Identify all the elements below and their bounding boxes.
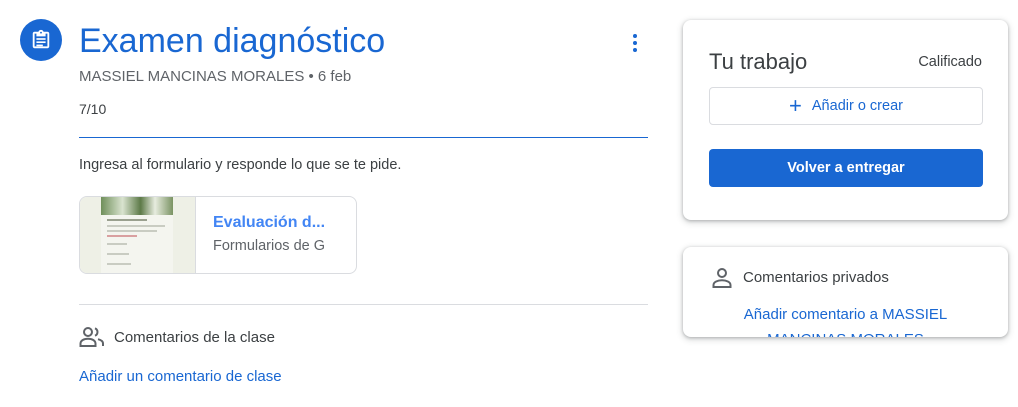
attachment-title[interactable]: Evaluación d... [213, 214, 343, 232]
work-status: Calificado [918, 54, 982, 70]
add-or-create-label: Añadir o crear [811, 98, 903, 114]
attachment-card[interactable]: Evaluación d... Formularios de G [79, 196, 357, 274]
resubmit-button[interactable]: Volver a entregar [709, 149, 983, 187]
class-comments-label: Comentarios de la clase [114, 329, 275, 346]
add-class-comment-link[interactable]: Añadir un comentario de clase [79, 368, 282, 385]
your-work-card: Tu trabajo Calificado + Añadir o crear V… [683, 20, 1008, 220]
private-comments-card: Comentarios privados Añadir comentario a… [683, 247, 1008, 337]
add-or-create-button[interactable]: + Añadir o crear [709, 87, 983, 125]
private-comments-label: Comentarios privados [743, 269, 889, 286]
add-private-comment-link[interactable]: Añadir comentario a MASSIEL MANCINAS MOR… [723, 302, 968, 337]
person-icon [711, 267, 733, 289]
plus-icon: + [789, 93, 802, 118]
assignment-meta: MASSIEL MANCINAS MORALES • 6 feb [79, 68, 352, 85]
assignment-grade: 7/10 [79, 101, 107, 117]
more-vert-icon[interactable] [622, 30, 648, 56]
assignment-icon [20, 19, 62, 61]
section-divider [79, 304, 648, 305]
attachment-subtitle: Formularios de G [213, 238, 326, 254]
assignment-title: Examen diagnóstico [79, 22, 386, 60]
people-icon [79, 326, 105, 348]
header-divider [79, 137, 648, 138]
your-work-title: Tu trabajo [709, 49, 808, 74]
assignment-instructions: Ingresa al formulario y responde lo que … [79, 157, 402, 173]
form-thumbnail [80, 197, 196, 273]
